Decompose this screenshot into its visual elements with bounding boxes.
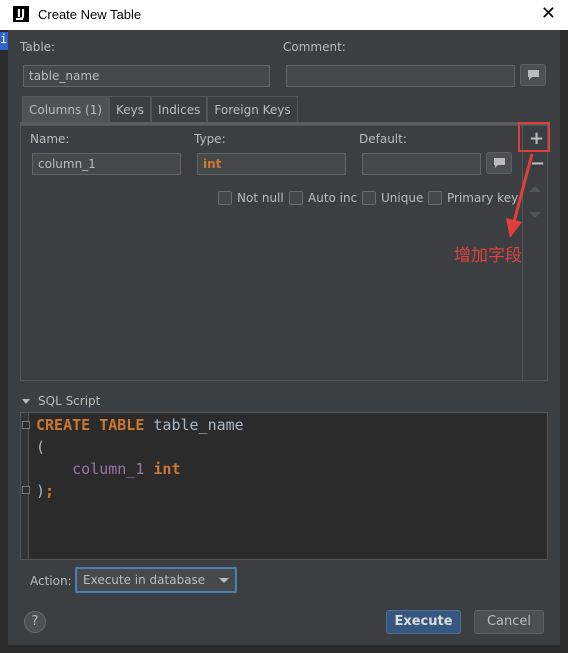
tab-foreign-keys[interactable]: Foreign Keys	[207, 96, 298, 122]
editor-gutter	[21, 413, 30, 559]
tab-keys[interactable]: Keys	[109, 96, 152, 122]
sql-close-paren: )	[36, 482, 46, 500]
title-bar: IJ Create New Table ✕	[0, 0, 568, 30]
action-select-value: Execute in database	[83, 573, 206, 587]
annotation-highlight-box	[518, 122, 550, 152]
fold-marker-icon[interactable]	[22, 421, 30, 429]
unique-label: Unique	[381, 191, 424, 205]
action-select[interactable]: Execute in database	[75, 567, 237, 593]
sql-line-3: column_1 int	[36, 460, 181, 478]
cancel-button[interactable]: Cancel	[474, 610, 544, 634]
editor-selected-line: i	[0, 32, 8, 50]
execute-button[interactable]: Execute	[386, 610, 461, 634]
tab-indices[interactable]: Indices	[151, 96, 208, 122]
help-button[interactable]: ?	[24, 611, 46, 633]
comment-label: Comment:	[283, 40, 346, 54]
chevron-down-icon	[219, 578, 229, 583]
comment-expand-button[interactable]	[520, 64, 546, 86]
intellij-icon: IJ	[13, 6, 29, 22]
create-table-dialog: Table: table_name Comment: Columns (1) K…	[8, 30, 560, 645]
column-type-label: Type:	[194, 132, 226, 146]
sql-editor[interactable]: CREATE TABLE table_name ( column_1 int )…	[20, 412, 548, 560]
comment-input[interactable]	[286, 65, 515, 87]
collapse-triangle-icon	[22, 399, 30, 404]
tab-columns[interactable]: Columns (1)	[22, 96, 110, 122]
fold-marker-icon[interactable]	[22, 486, 30, 494]
annotation-text: 增加字段	[454, 246, 522, 266]
column-type-input[interactable]: int	[197, 153, 346, 175]
table-label: Table:	[20, 40, 56, 54]
tab-bar: Columns (1) Keys Indices Foreign Keys	[22, 96, 298, 122]
sql-table-name: table_name	[144, 416, 244, 434]
window-title: Create New Table	[38, 7, 142, 22]
speech-bubble-icon	[527, 70, 539, 80]
column-default-input[interactable]	[362, 153, 481, 175]
sql-line-4: );	[36, 482, 54, 500]
sql-column-type: int	[153, 460, 181, 478]
column-name-label: Name:	[30, 132, 70, 146]
sql-line-1: CREATE TABLE table_name	[36, 416, 244, 434]
column-name-input[interactable]: column_1	[32, 153, 181, 175]
auto-inc-label: Auto inc	[308, 191, 358, 205]
annotation-arrow	[506, 153, 534, 238]
unique-checkbox[interactable]	[362, 191, 376, 205]
sql-script-header[interactable]: SQL Script	[22, 394, 100, 408]
primary-key-checkbox[interactable]	[428, 191, 442, 205]
close-icon[interactable]: ✕	[541, 3, 556, 24]
action-label: Action:	[30, 574, 72, 588]
column-default-label: Default:	[359, 132, 407, 146]
table-name-input[interactable]: table_name	[23, 65, 270, 87]
sql-script-label: SQL Script	[38, 394, 101, 408]
sql-semicolon: ;	[45, 482, 55, 500]
sql-keyword: CREATE TABLE	[36, 416, 145, 434]
not-null-label: Not null	[237, 191, 284, 205]
not-null-checkbox[interactable]	[218, 191, 232, 205]
auto-inc-checkbox[interactable]	[289, 191, 303, 205]
sql-column-name: column_1	[72, 460, 145, 478]
sql-line-2: (	[36, 438, 46, 456]
